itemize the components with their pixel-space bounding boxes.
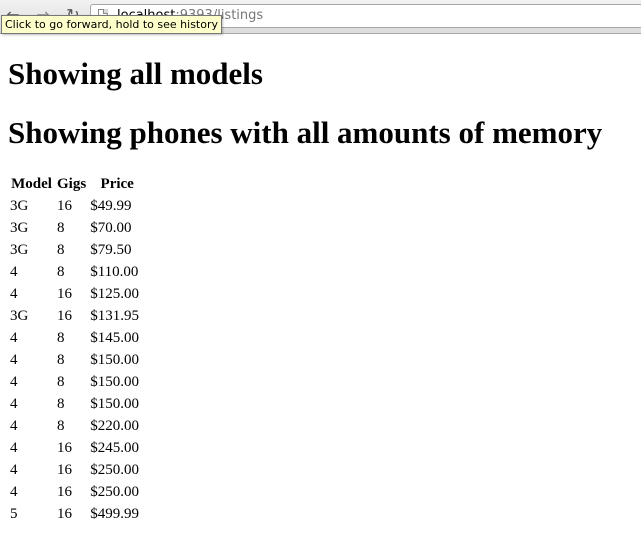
table-row: 3G 8 $70.00 bbox=[9, 217, 145, 239]
cell-model: 4 bbox=[10, 351, 18, 368]
cell-model: 4 bbox=[10, 263, 18, 280]
cell-price: $145.00 bbox=[90, 329, 139, 346]
cell-model: 3G bbox=[10, 219, 29, 236]
cell-price: $79.50 bbox=[90, 241, 132, 258]
cell-gigs: 16 bbox=[57, 461, 72, 478]
cell-price: $131.95 bbox=[90, 307, 139, 324]
cell-price: $110.00 bbox=[90, 263, 139, 280]
cell-model: 4 bbox=[10, 417, 18, 434]
cell-model: 3G bbox=[10, 307, 29, 324]
cell-model: 5 bbox=[10, 505, 18, 522]
cell-price: $49.99 bbox=[90, 197, 132, 214]
cell-gigs: 16 bbox=[57, 439, 72, 456]
cell-price: $499.99 bbox=[90, 505, 139, 522]
cell-gigs: 16 bbox=[57, 307, 72, 324]
cell-price: $150.00 bbox=[90, 351, 139, 368]
cell-price: $150.00 bbox=[90, 373, 139, 390]
table-row: 4 8 $220.00 bbox=[9, 415, 145, 437]
column-header-price: Price bbox=[100, 175, 134, 192]
cell-model: 4 bbox=[10, 439, 18, 456]
cell-price: $250.00 bbox=[90, 483, 139, 500]
cell-model: 4 bbox=[10, 395, 18, 412]
cell-model: 4 bbox=[10, 461, 18, 478]
cell-model: 3G bbox=[10, 241, 29, 258]
table-row: 4 16 $250.00 bbox=[9, 481, 145, 503]
table-row: 4 16 $125.00 bbox=[9, 283, 145, 305]
table-row: 4 8 $145.00 bbox=[9, 327, 145, 349]
cell-gigs: 16 bbox=[57, 483, 72, 500]
cell-gigs: 16 bbox=[57, 285, 72, 302]
cell-gigs: 16 bbox=[57, 197, 72, 214]
table-row: 3G 16 $49.99 bbox=[9, 195, 145, 217]
cell-gigs: 8 bbox=[57, 263, 65, 280]
cell-gigs: 8 bbox=[57, 351, 65, 368]
table-row: 4 16 $245.00 bbox=[9, 437, 145, 459]
cell-gigs: 8 bbox=[57, 373, 65, 390]
cell-gigs: 8 bbox=[57, 395, 65, 412]
table-row: 4 8 $150.00 bbox=[9, 371, 145, 393]
cell-model: 4 bbox=[10, 329, 18, 346]
page-title-models: Showing all models bbox=[8, 56, 263, 91]
cell-gigs: 8 bbox=[57, 417, 65, 434]
cell-model: 4 bbox=[10, 373, 18, 390]
forward-button-tooltip: Click to go forward, hold to see history bbox=[1, 15, 222, 34]
table-header-row: Model Gigs Price bbox=[9, 173, 145, 195]
table-row: 4 16 $250.00 bbox=[9, 459, 145, 481]
cell-price: $250.00 bbox=[90, 461, 139, 478]
cell-price: $245.00 bbox=[90, 439, 139, 456]
cell-gigs: 8 bbox=[57, 329, 65, 346]
cell-gigs: 8 bbox=[57, 219, 65, 236]
cell-model: 3G bbox=[10, 197, 29, 214]
table-row: 5 16 $499.99 bbox=[9, 503, 145, 525]
table-row: 4 8 $110.00 bbox=[9, 261, 145, 283]
page-title-memory: Showing phones with all amounts of memor… bbox=[8, 115, 603, 150]
cell-model: 4 bbox=[10, 483, 18, 500]
cell-price: $70.00 bbox=[90, 219, 132, 236]
page-content: Showing all models Showing phones with a… bbox=[8, 56, 638, 525]
column-header-model: Model bbox=[11, 175, 52, 192]
column-header-gigs: Gigs bbox=[57, 175, 87, 192]
cell-gigs: 8 bbox=[57, 241, 65, 258]
listings-table: Model Gigs Price 3G 16 $49.99 3G 8 $70.00 3G 8 $… bbox=[7, 173, 147, 525]
table-row: 4 8 $150.00 bbox=[9, 349, 145, 371]
table-row: 3G 16 $131.95 bbox=[9, 305, 145, 327]
cell-model: 4 bbox=[10, 285, 18, 302]
table-row: 4 8 $150.00 bbox=[9, 393, 145, 415]
cell-price: $150.00 bbox=[90, 395, 139, 412]
table-row: 3G 8 $79.50 bbox=[9, 239, 145, 261]
listings-table-body: 3G 16 $49.99 3G 8 $70.00 3G 8 $79.50 4 8 $110.00 4 16… bbox=[9, 195, 145, 525]
cell-gigs: 16 bbox=[57, 505, 72, 522]
cell-price: $220.00 bbox=[90, 417, 139, 434]
cell-price: $125.00 bbox=[90, 285, 139, 302]
